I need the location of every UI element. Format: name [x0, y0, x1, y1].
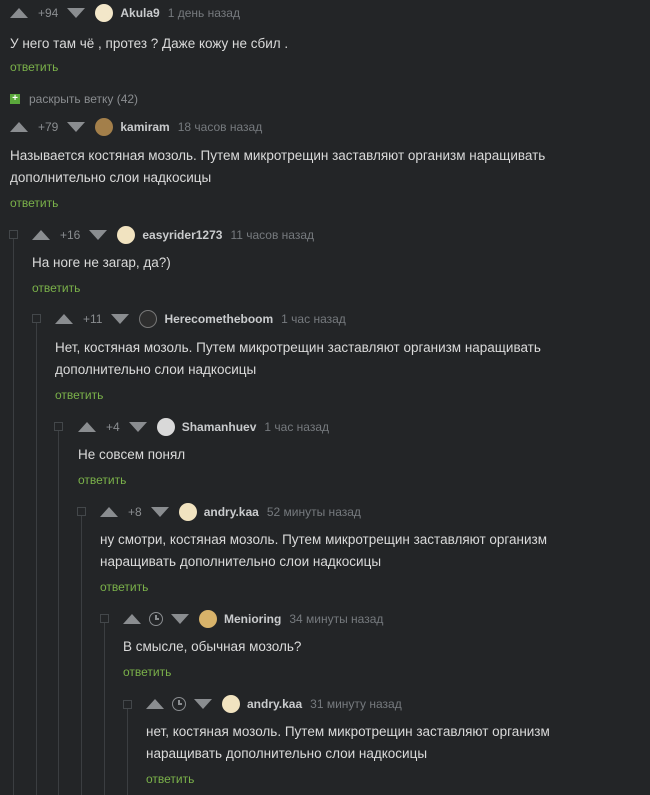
comment-line: ну смотри, костяная мозоль. Путем микрот… [100, 532, 548, 547]
comment-header: +79 kamiram 18 часов назад [10, 114, 262, 140]
comment-header: +4 Shamanhuev 1 час назад [78, 414, 329, 440]
comment-text: Не совсем понял [78, 444, 185, 466]
upvote-icon[interactable] [100, 507, 118, 517]
comment-header: andry.kaa 31 минуту назад [146, 691, 402, 717]
rating: +8 [128, 505, 142, 519]
rating: +79 [38, 120, 59, 134]
comment-header: +16 easyrider1273 11 часов назад [32, 222, 314, 248]
clock-icon [149, 612, 163, 626]
username[interactable]: Herecometheboom [164, 312, 273, 326]
downvote-icon[interactable] [194, 699, 212, 709]
reply-link[interactable]: ответить [123, 665, 171, 679]
plus-icon: + [10, 94, 20, 104]
avatar[interactable] [199, 610, 217, 628]
downvote-icon[interactable] [150, 507, 169, 517]
comment-header: +8 andry.kaa 52 минуты назад [100, 499, 361, 525]
reply-link[interactable]: ответить [146, 772, 194, 786]
expand-branch-button[interactable]: + раскрыть ветку (42) [10, 92, 138, 106]
downvote-icon[interactable] [111, 314, 130, 324]
upvote-icon[interactable] [78, 422, 96, 432]
avatar[interactable] [156, 418, 175, 436]
reply-link[interactable]: ответить [32, 281, 80, 295]
comment-line: Называется костяная мозоль. Путем микрот… [10, 148, 546, 163]
collapse-toggle[interactable] [77, 507, 86, 516]
comment-header: +11 Herecometheboom 1 час назад [55, 306, 346, 332]
comment-header: +94 Akula9 1 день назад [10, 0, 240, 26]
timestamp[interactable]: 1 час назад [264, 420, 329, 434]
comment-header: Menioring 34 минуты назад [123, 606, 383, 632]
avatar[interactable] [222, 695, 240, 713]
downvote-icon[interactable] [89, 230, 108, 240]
comment-text: На ноге не загар, да?) [32, 252, 171, 274]
username[interactable]: andry.kaa [204, 505, 259, 519]
downvote-icon[interactable] [128, 422, 147, 432]
rating: +11 [83, 312, 103, 326]
timestamp[interactable]: 52 минуты назад [267, 505, 361, 519]
reply-link[interactable]: ответить [78, 473, 126, 487]
downvote-icon[interactable] [67, 122, 86, 132]
timestamp[interactable]: 18 часов назад [178, 120, 262, 134]
avatar[interactable] [139, 310, 158, 328]
reply-link[interactable]: ответить [10, 196, 58, 210]
downvote-icon[interactable] [67, 8, 86, 18]
comment-text: Нет, костяная мозоль. Путем микротрещин … [55, 337, 541, 381]
collapse-toggle[interactable] [9, 230, 18, 239]
comment-line: На ноге не загар, да?) [32, 255, 171, 270]
upvote-icon[interactable] [146, 699, 164, 709]
comment-text: ну смотри, костяная мозоль. Путем микрот… [100, 529, 547, 573]
comment-line: В смысле, обычная мозоль? [123, 639, 302, 654]
comment-text: У него там чё , протез ? Даже кожу не сб… [10, 33, 288, 55]
timestamp[interactable]: 31 минуту назад [310, 697, 402, 711]
upvote-icon[interactable] [32, 230, 50, 240]
rating: +94 [38, 6, 59, 20]
username[interactable]: Menioring [224, 612, 281, 626]
avatar[interactable] [178, 503, 197, 521]
thread-line [81, 515, 82, 795]
upvote-icon[interactable] [55, 314, 73, 324]
comment-line: наращивать дополнительно слои надкосицы [146, 746, 428, 761]
thread-line [36, 322, 37, 795]
thread-line [104, 622, 105, 795]
username[interactable]: Shamanhuev [182, 420, 257, 434]
comment-text: В смысле, обычная мозоль? [123, 636, 301, 658]
comment-line: У него там чё , протез ? Даже кожу не сб… [10, 36, 289, 51]
collapse-toggle[interactable] [54, 422, 63, 431]
timestamp[interactable]: 1 час назад [281, 312, 346, 326]
username[interactable]: kamiram [120, 120, 169, 134]
comment-text: Называется костяная мозоль. Путем микрот… [10, 145, 545, 189]
collapse-toggle[interactable] [123, 700, 132, 709]
comment-text: нет, костяная мозоль. Путем микротрещин … [146, 721, 550, 765]
timestamp[interactable]: 34 минуты назад [289, 612, 383, 626]
rating: +4 [106, 420, 120, 434]
avatar[interactable] [95, 118, 114, 136]
upvote-icon[interactable] [10, 8, 28, 18]
collapse-toggle[interactable] [32, 314, 41, 323]
upvote-icon[interactable] [10, 122, 28, 132]
comment-line: Нет, костяная мозоль. Путем микротрещин … [55, 340, 541, 355]
thread-line [127, 708, 128, 795]
username[interactable]: Akula9 [120, 6, 159, 20]
timestamp[interactable]: 1 день назад [168, 6, 240, 20]
comment-line: наращивать дополнительно слои надкосицы [100, 554, 382, 569]
avatar[interactable] [95, 4, 114, 22]
avatar[interactable] [117, 226, 136, 244]
comment-line: нет, костяная мозоль. Путем микротрещин … [146, 724, 550, 739]
downvote-icon[interactable] [171, 614, 189, 624]
reply-link[interactable]: ответить [100, 580, 148, 594]
rating: +16 [60, 228, 81, 242]
thread-line [13, 238, 14, 795]
upvote-icon[interactable] [123, 614, 141, 624]
comment-line: дополнительно слои надкосицы [10, 170, 212, 185]
clock-icon [172, 697, 186, 711]
timestamp[interactable]: 11 часов назад [230, 228, 314, 242]
username[interactable]: andry.kaa [247, 697, 302, 711]
comment-line: Не совсем понял [78, 447, 186, 462]
reply-link[interactable]: ответить [10, 60, 58, 74]
comment-line: дополнительно слои надкосицы [55, 362, 257, 377]
thread-line [58, 430, 59, 795]
reply-link[interactable]: ответить [55, 388, 103, 402]
collapse-toggle[interactable] [100, 614, 109, 623]
expand-branch-label: раскрыть ветку (42) [29, 92, 139, 106]
username[interactable]: easyrider1273 [142, 228, 222, 242]
